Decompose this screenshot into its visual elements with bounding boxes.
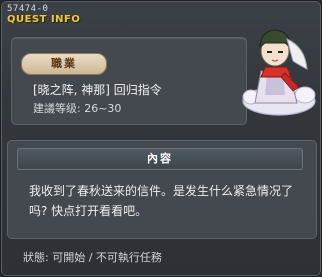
npc-character-image <box>242 29 316 116</box>
job-badge: 職業 <box>21 53 107 75</box>
quest-id: 57474-0 <box>7 4 49 14</box>
quest-name: [晓之阵, 神那] 回归指令 <box>33 83 162 97</box>
window-title: QUEST INFO <box>7 14 81 25</box>
quest-status: 狀態: 可開始 / 不可執行任務 <box>23 251 162 264</box>
quest-description: 我收到了春秋送来的信件。是发生什么紧急情况了吗? 快点打开看看吧。 <box>29 184 294 218</box>
quest-info-window: 57474-0 QUEST INFO 職業 [晓之阵, 神那] 回归指令 建議等… <box>0 0 322 277</box>
content-header: 內容 <box>17 148 303 170</box>
quest-level: 建議等级: 26~30 <box>33 102 122 115</box>
